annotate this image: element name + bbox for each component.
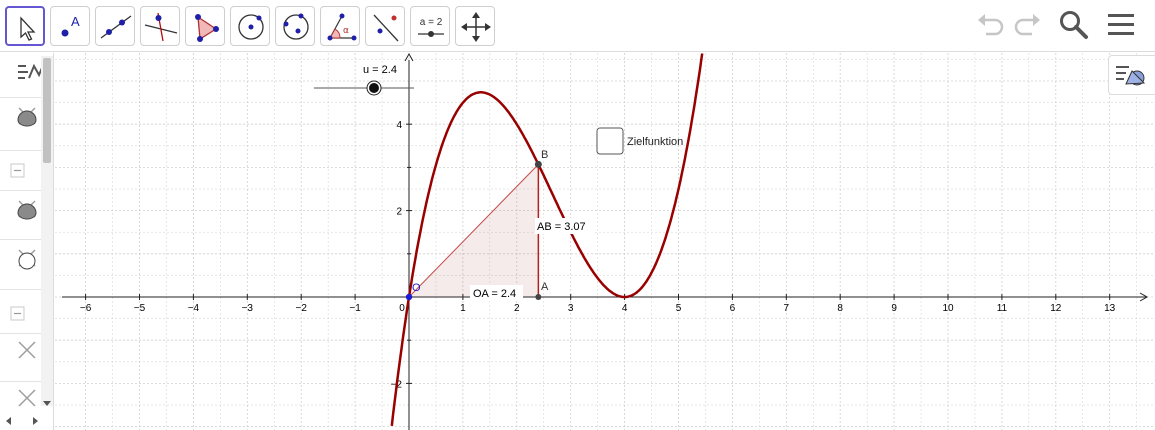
graphics-view[interactable]: −6 −5 −4 −3 −2 −1 0 1 2 3 4 5 6 7 8 9 10 11 12 13 42−2 AB =…: [55, 53, 1155, 430]
angle-icon: α: [327, 13, 357, 41]
circle-three-points-icon: [283, 13, 309, 40]
checkbox-zielfunktion[interactable]: Zielfunktion: [596, 127, 683, 155]
undo-icon[interactable]: [974, 8, 1008, 42]
scroll-down-arrow-icon[interactable]: [42, 398, 52, 408]
delete-icon[interactable]: [14, 337, 42, 365]
y-tick-label: 2: [396, 207, 402, 218]
x-tick-label: 7: [784, 303, 790, 314]
slider-knob-center: [369, 83, 379, 93]
x-tick-label: 12: [1050, 303, 1062, 314]
x-tick-label: −1: [349, 303, 361, 314]
grid: [55, 53, 1155, 430]
point-b-label: B: [541, 149, 548, 161]
style-bar-toggle-button[interactable]: [1108, 55, 1155, 95]
angle-tool-button[interactable]: α: [320, 6, 360, 46]
x-tick-label: −6: [80, 303, 92, 314]
point-tool-button[interactable]: A: [50, 6, 90, 46]
horizontal-scroll-arrows-icon[interactable]: [2, 414, 42, 428]
point-origin-label: O: [412, 282, 421, 294]
point-icon: A: [61, 14, 80, 37]
x-tick-label: 10: [942, 303, 954, 314]
segment-ab-label: AB = 3.07: [537, 221, 586, 233]
delete-icon[interactable]: [14, 103, 42, 133]
checkbox-label: Zielfunktion: [627, 136, 683, 148]
x-tick-label: −5: [134, 303, 146, 314]
point-a[interactable]: [535, 294, 542, 300]
reflect-about-line-icon: [373, 14, 399, 42]
point-a-label: A: [541, 281, 549, 293]
svg-text:A: A: [71, 14, 80, 29]
point-b[interactable]: [534, 160, 542, 168]
x-tick-label: −4: [188, 303, 200, 314]
circle-three-points-tool-button[interactable]: [275, 6, 315, 46]
collapse-icon[interactable]: [10, 163, 26, 179]
delete-icon[interactable]: [14, 385, 42, 413]
segment-oa-label: OA = 2.4: [473, 288, 516, 300]
perpendicular-line-icon: [144, 12, 178, 42]
slider-tool-button[interactable]: a = 2: [410, 6, 450, 46]
y-tick-label: 4: [396, 120, 402, 131]
x-tick-label: 8: [837, 303, 843, 314]
x-tick-label: 5: [676, 303, 682, 314]
delete-icon[interactable]: [14, 196, 42, 226]
polygon-tool-button[interactable]: [185, 6, 225, 46]
svg-text:α: α: [343, 26, 349, 36]
x-tick-label: 4: [622, 303, 628, 314]
move-arrows-icon: [461, 12, 491, 42]
collapse-icon[interactable]: [10, 306, 26, 322]
style-bar-icon: [1116, 66, 1146, 86]
axes: [62, 53, 1149, 430]
x-tick-label: 9: [891, 303, 897, 314]
checkbox-box[interactable]: [596, 127, 624, 155]
x-tick-label: 6: [730, 303, 736, 314]
perpendicular-line-tool-button[interactable]: [140, 6, 180, 46]
cursor-arrow-icon: [20, 16, 36, 41]
x-tick-label: 1: [460, 303, 466, 314]
reflect-tool-button[interactable]: [365, 6, 405, 46]
line-tool-button[interactable]: [95, 6, 135, 46]
delete-icon[interactable]: [14, 245, 42, 275]
circle-center-tool-button[interactable]: [230, 6, 270, 46]
x-tick-label: 0: [399, 303, 405, 314]
x-tick-label: 11: [997, 303, 1008, 314]
point-origin[interactable]: [405, 293, 413, 301]
move-tool-button[interactable]: [5, 6, 45, 46]
x-tick-label: 13: [1104, 303, 1116, 314]
slider-u-label: u = 2.4: [363, 64, 397, 76]
x-tick-label: 2: [514, 303, 520, 314]
line-icon: [100, 15, 132, 39]
circle-center-icon: [238, 14, 264, 40]
move-graphics-view-tool-button[interactable]: [455, 6, 495, 46]
svg-text:a = 2: a = 2: [420, 17, 443, 28]
toolbar: A α a = 2: [0, 0, 1155, 52]
x-tick-label: 3: [568, 303, 574, 314]
function-graph[interactable]: [390, 53, 704, 427]
slider-u[interactable]: u = 2.4: [314, 64, 414, 96]
polygon-icon: [195, 14, 219, 42]
redo-icon[interactable]: [1010, 8, 1044, 42]
menu-icon[interactable]: [1104, 8, 1138, 42]
x-tick-label: −3: [242, 303, 254, 314]
algebra-scroll-thumb[interactable]: [43, 58, 51, 163]
slider-icon: a = 2: [418, 17, 444, 37]
x-tick-label: −2: [295, 303, 307, 314]
search-icon[interactable]: [1057, 8, 1091, 42]
